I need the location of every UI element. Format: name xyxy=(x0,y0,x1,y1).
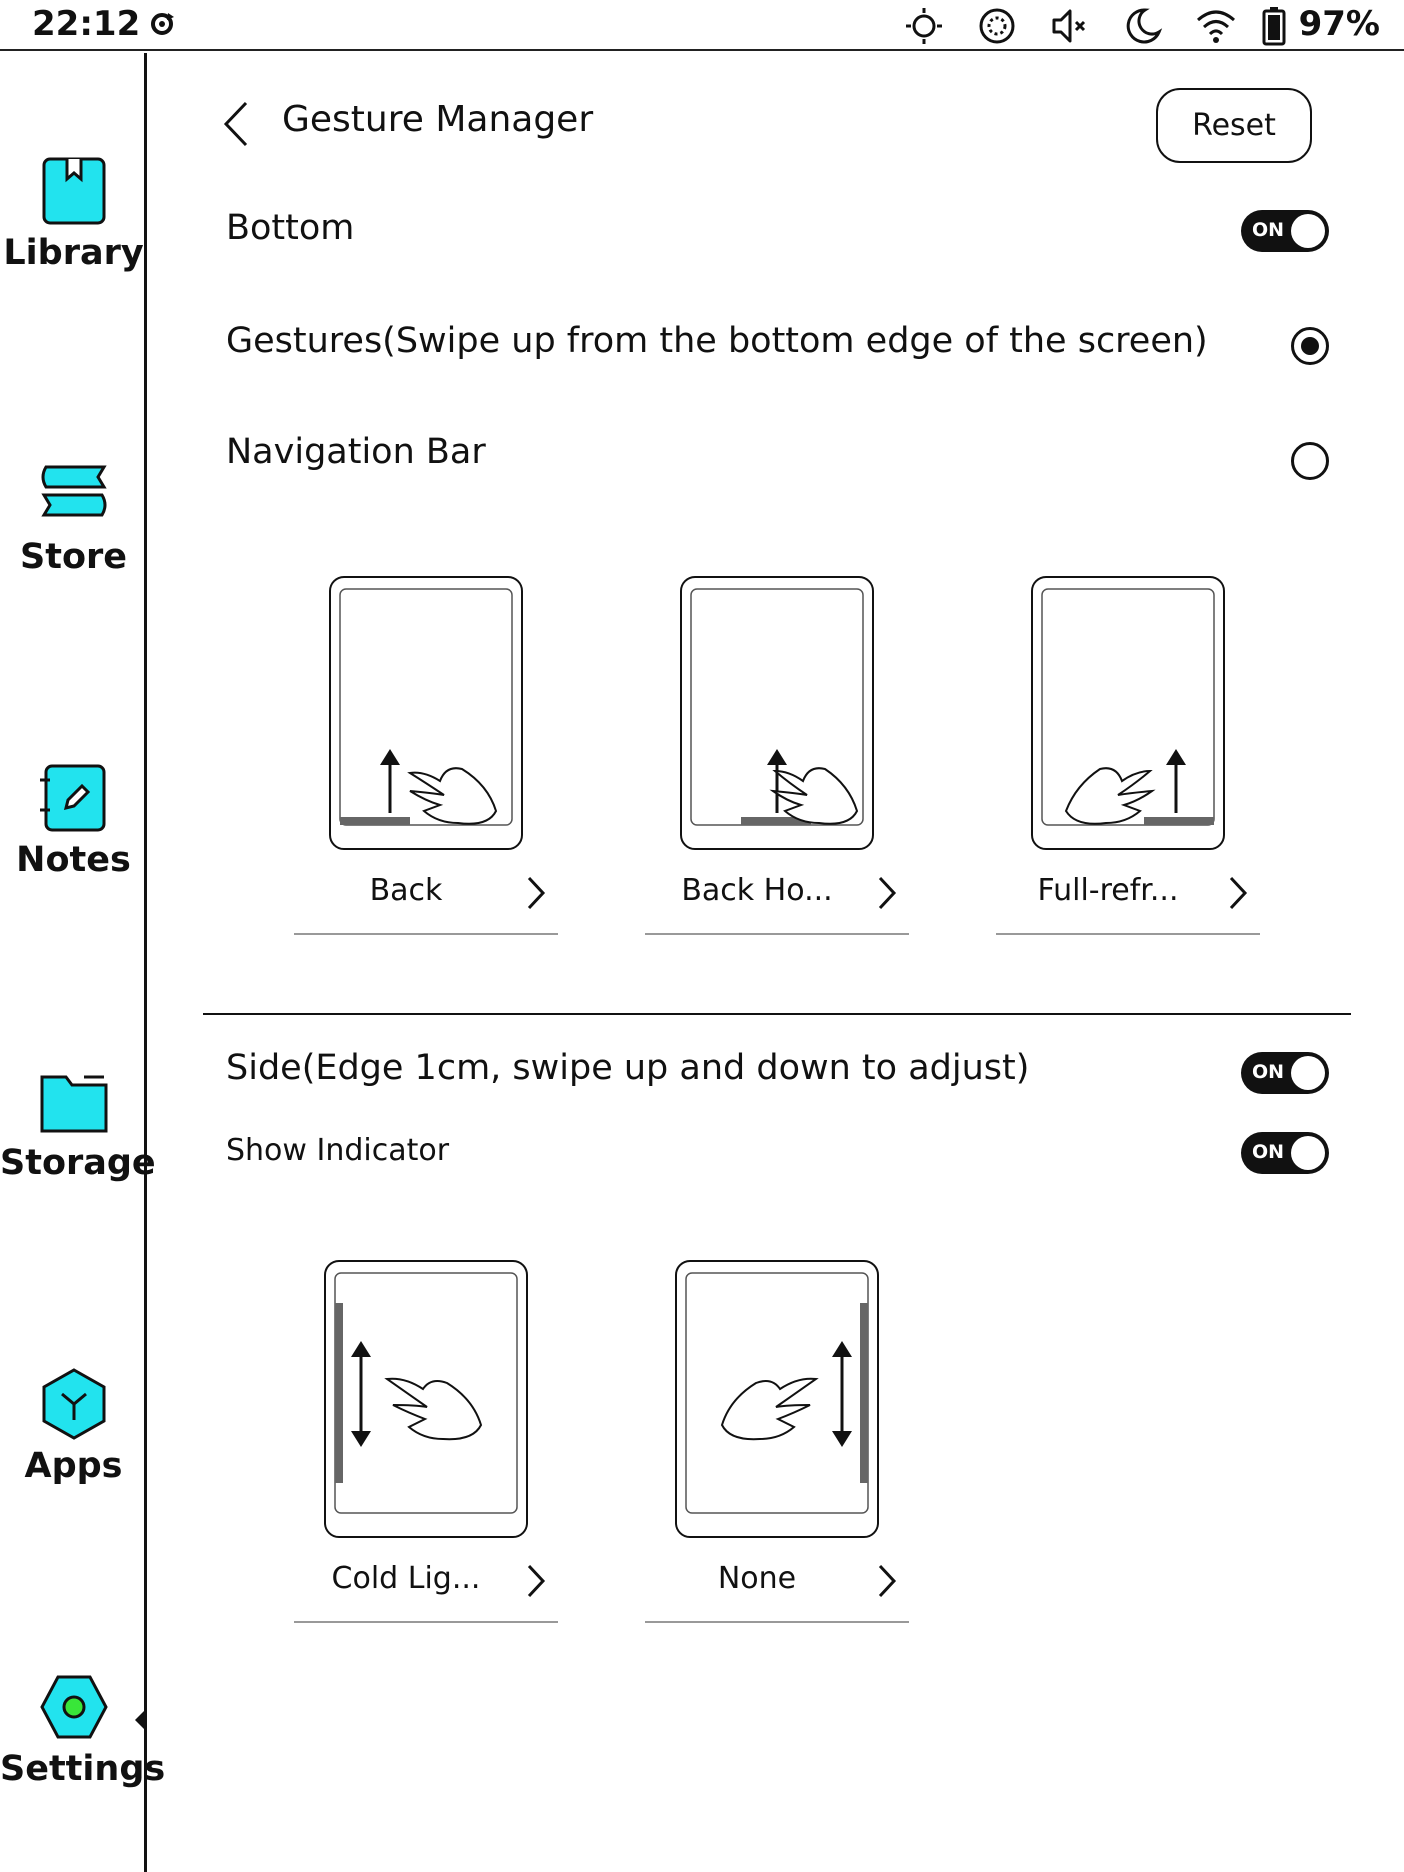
night-mode-icon xyxy=(1126,8,1163,44)
brightness-icon xyxy=(906,8,942,44)
settings-icon xyxy=(39,1675,108,1739)
status-time: 22:12 xyxy=(32,4,141,44)
sidebar-item-label: Store xyxy=(20,537,127,577)
sync-icon xyxy=(151,13,174,35)
navigation-bar-radio[interactable] xyxy=(1291,442,1329,480)
section-divider xyxy=(203,1013,1351,1015)
sidebar-item-settings[interactable]: Settings xyxy=(0,1669,166,1789)
chevron-right-icon xyxy=(878,876,897,910)
sidebar-item-apps[interactable]: Apps xyxy=(0,1366,147,1486)
toggle-text: ON xyxy=(1252,219,1285,241)
mute-icon xyxy=(1052,9,1086,43)
show-indicator-toggle[interactable]: ON xyxy=(1241,1132,1329,1174)
sidebar-item-store[interactable]: Store xyxy=(0,457,147,577)
reset-button[interactable]: Reset xyxy=(1156,88,1312,163)
side-toggle[interactable]: ON xyxy=(1241,1052,1329,1094)
swipe-right-edge-illustration xyxy=(675,1260,879,1538)
chevron-right-icon xyxy=(878,1564,897,1598)
navigation-bar-option-label[interactable]: Navigation Bar xyxy=(226,432,486,472)
sidebar: Library Store Notes Storage Apps Setting… xyxy=(0,53,166,1872)
chevron-right-icon xyxy=(527,876,546,910)
battery-icon xyxy=(1262,7,1286,46)
sidebar-item-label: Library xyxy=(3,233,144,273)
refresh-mode-icon xyxy=(979,8,1015,44)
sidebar-item-library[interactable]: Library xyxy=(0,153,147,273)
gesture-caption[interactable]: Back Ho... xyxy=(645,851,909,935)
gesture-card-back[interactable]: Back xyxy=(294,575,558,935)
toggle-knob xyxy=(1291,1056,1325,1090)
library-icon xyxy=(42,157,105,225)
sidebar-item-label: Storage xyxy=(0,1143,156,1183)
gesture-caption[interactable]: Full-refr... xyxy=(996,851,1260,935)
toggle-knob xyxy=(1291,1136,1325,1170)
chevron-right-icon xyxy=(527,1564,546,1598)
sidebar-item-label: Notes xyxy=(16,840,131,880)
selected-indicator xyxy=(135,1708,147,1732)
gestures-option-label[interactable]: Gestures(Swipe up from the bottom edge o… xyxy=(226,321,1208,361)
toggle-text: ON xyxy=(1252,1061,1285,1083)
back-arrow-icon[interactable] xyxy=(218,99,254,149)
sidebar-item-notes[interactable]: Notes xyxy=(0,760,147,880)
gesture-caption[interactable]: None xyxy=(645,1539,909,1623)
sidebar-item-label: Apps xyxy=(24,1446,123,1486)
store-icon xyxy=(40,465,107,517)
gesture-label: Back Ho... xyxy=(681,873,833,908)
chevron-right-icon xyxy=(1229,876,1248,910)
gesture-card-back-home[interactable]: Back Ho... xyxy=(645,575,909,935)
bottom-label: Bottom xyxy=(226,208,355,248)
notes-icon xyxy=(39,764,105,832)
storage-icon xyxy=(40,1075,107,1133)
side-label: Side(Edge 1cm, swipe up and down to adju… xyxy=(226,1048,1030,1088)
sidebar-item-label: Settings xyxy=(0,1749,166,1789)
gesture-label: Cold Lig... xyxy=(331,1561,481,1596)
page-title: Gesture Manager xyxy=(282,99,594,140)
gesture-card-none[interactable]: None xyxy=(645,1259,909,1623)
toggle-text: ON xyxy=(1252,1141,1285,1163)
gesture-caption[interactable]: Cold Lig... xyxy=(294,1539,558,1623)
toggle-knob xyxy=(1291,214,1325,248)
swipe-up-left-illustration xyxy=(329,576,523,850)
battery-percentage: 97% xyxy=(1298,4,1380,44)
main-panel: Gesture Manager Reset Bottom ON Gestures… xyxy=(150,53,1404,1872)
gestures-radio[interactable] xyxy=(1291,327,1329,365)
gesture-card-cold-light[interactable]: Cold Lig... xyxy=(294,1259,558,1623)
apps-icon xyxy=(42,1368,105,1440)
swipe-up-right-illustration xyxy=(1031,576,1225,850)
gesture-caption[interactable]: Back xyxy=(294,851,558,935)
swipe-up-center-illustration xyxy=(680,576,874,850)
swipe-left-edge-illustration xyxy=(324,1260,528,1538)
show-indicator-label: Show Indicator xyxy=(226,1133,450,1168)
gesture-label: Full-refr... xyxy=(1037,873,1179,908)
gesture-card-full-refresh[interactable]: Full-refr... xyxy=(996,575,1260,935)
gesture-label: Back xyxy=(369,873,443,908)
status-bar: 22:12 97% xyxy=(0,0,1404,51)
bottom-toggle[interactable]: ON xyxy=(1241,210,1329,252)
gesture-label: None xyxy=(717,1561,797,1596)
radio-dot xyxy=(1301,337,1319,355)
wifi-icon xyxy=(1197,10,1235,43)
sidebar-item-storage[interactable]: Storage xyxy=(0,1063,156,1183)
